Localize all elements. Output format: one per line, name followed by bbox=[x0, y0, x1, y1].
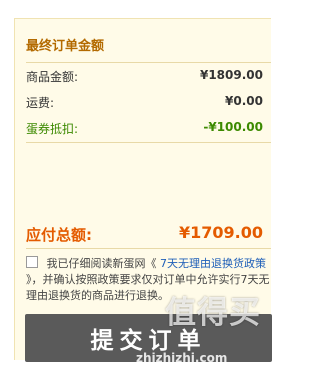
summary-title: 最终订单金额 bbox=[26, 39, 105, 54]
coupon-discount-label: 蛋券抵扣: bbox=[26, 122, 79, 136]
agreement-prefix: 我已仔细阅读新蛋网《 bbox=[46, 257, 157, 270]
watermark-url: zhizhizhi.com bbox=[136, 351, 228, 365]
order-summary-card: 最终订单金额 商品金额: ¥1809.00 运费: ¥0.00 蛋券抵扣: -¥… bbox=[14, 18, 272, 365]
total-due-value: ¥1709.00 bbox=[178, 223, 263, 242]
agreement-checkbox[interactable] bbox=[26, 256, 38, 268]
agreement-divider bbox=[26, 248, 271, 249]
coupon-discount-value: -¥100.00 bbox=[203, 120, 263, 134]
shipping-fee-value: ¥0.00 bbox=[225, 94, 263, 108]
item-amount-label: 商品金额: bbox=[26, 70, 79, 84]
title-divider bbox=[26, 62, 271, 63]
total-due-label: 应付总额: bbox=[26, 226, 92, 244]
watermark-main: 值得买 bbox=[165, 295, 261, 331]
summary-divider bbox=[26, 142, 271, 143]
return-policy-link[interactable]: 7天无理由退换货政策 bbox=[160, 257, 266, 270]
item-amount-value: ¥1809.00 bbox=[199, 68, 263, 82]
shipping-fee-label: 运费: bbox=[26, 96, 55, 110]
